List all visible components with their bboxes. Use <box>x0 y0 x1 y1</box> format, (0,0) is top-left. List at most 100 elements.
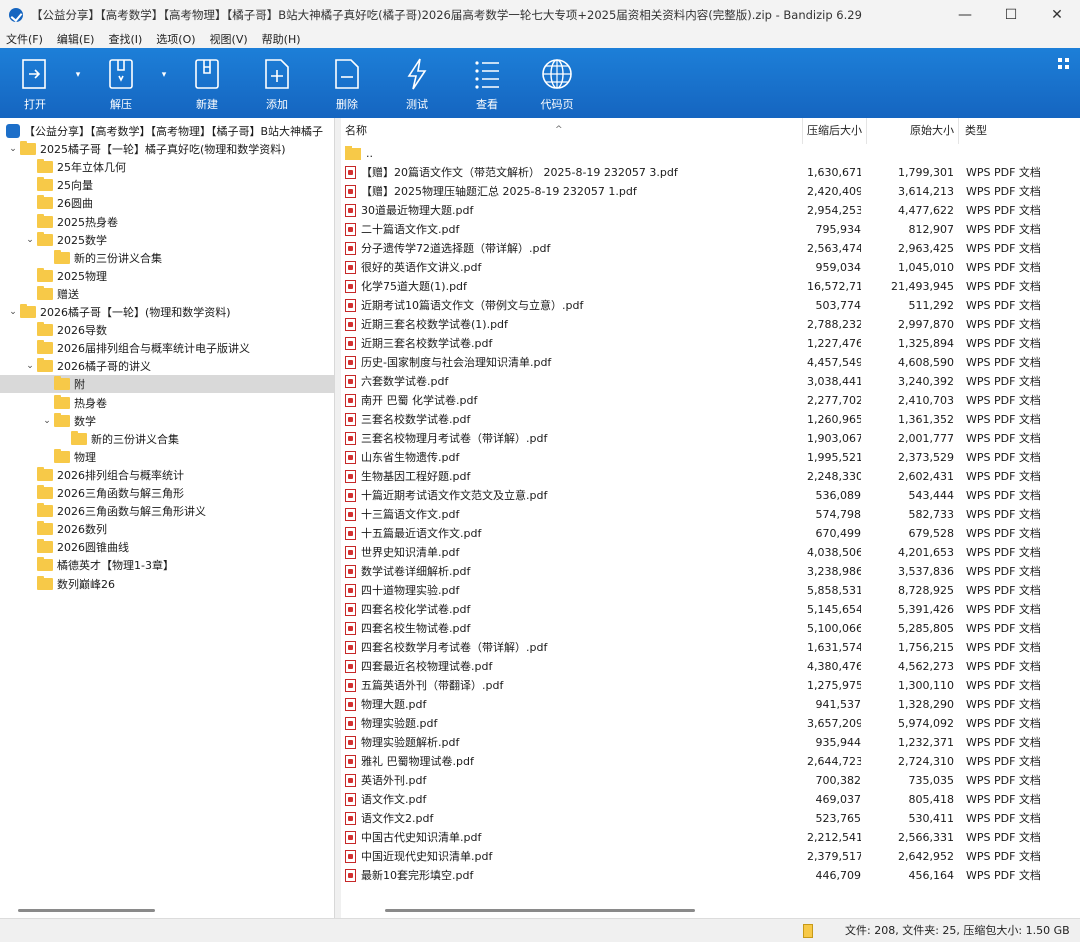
file-row[interactable]: 四套最近名校物理试卷.pdf 4,380,476 4,562,273 WPS PDF … <box>341 657 1080 676</box>
chevron-down-icon[interactable]: ⌄ <box>6 307 20 317</box>
file-row[interactable]: 四套名校化学试卷.pdf 5,145,654 5,391,426 WPS PDF 文档 <box>341 600 1080 619</box>
open-button[interactable]: 打开 <box>0 48 70 118</box>
menu-help[interactable]: 帮助(H) <box>262 31 301 47</box>
tree-item[interactable]: 附 <box>0 375 334 394</box>
file-row[interactable]: 语文作文.pdf 469,037 805,418 WPS PDF 文档 <box>341 790 1080 809</box>
file-row[interactable]: 十五篇最近语文作文.pdf 670,499 679,528 WPS PDF 文档 <box>341 524 1080 543</box>
file-row[interactable]: 中国古代史知识清单.pdf 2,212,541 2,566,331 WPS PDF 文… <box>341 828 1080 847</box>
file-row[interactable]: 三套名校数学试卷.pdf 1,260,965 1,361,352 WPS PDF 文档 <box>341 410 1080 429</box>
tree-item[interactable]: 赠送 <box>0 285 334 303</box>
tree-item[interactable]: 橘德英才【物理1-3章】 <box>0 556 334 574</box>
column-header-original[interactable]: 原始大小 <box>867 118 959 144</box>
open-dropdown-icon[interactable]: ▾ <box>70 48 86 118</box>
tree-item[interactable]: 物理 <box>0 448 334 466</box>
file-row[interactable]: 六套数学试卷.pdf 3,038,441 3,240,392 WPS PDF 文档 <box>341 372 1080 391</box>
chevron-down-icon[interactable]: ⌄ <box>23 235 37 245</box>
file-row[interactable]: 很好的英语作文讲义.pdf 959,034 1,045,010 WPS PDF 文档 <box>341 258 1080 277</box>
file-row[interactable]: 【赠】2025物理压轴题汇总 2025-8-19 232057 1.pdf 2,4… <box>341 182 1080 201</box>
file-row[interactable]: 物理实验题解析.pdf 935,944 1,232,371 WPS PDF 文档 <box>341 733 1080 752</box>
tree-item[interactable]: ⌄ 数学 <box>0 412 334 430</box>
delete-button[interactable]: 删除 <box>312 48 382 118</box>
extract-dropdown-icon[interactable]: ▾ <box>156 48 172 118</box>
tree-item[interactable]: 25向量 <box>0 176 334 194</box>
file-row[interactable]: 【赠】20篇语文作文（带范文解析） 2025-8-19 232057 3.pdf… <box>341 163 1080 182</box>
file-row[interactable]: 分子遗传学72道选择题（带详解）.pdf 2,563,474 2,963,425 WP… <box>341 239 1080 258</box>
list-horizontal-scrollbar[interactable] <box>385 909 695 912</box>
new-button[interactable]: 新建 <box>172 48 242 118</box>
file-row[interactable]: 十三篇语文作文.pdf 574,798 582,733 WPS PDF 文档 <box>341 505 1080 524</box>
extract-button[interactable]: 解压 <box>86 48 156 118</box>
tree-item[interactable]: 2026数列 <box>0 520 334 538</box>
tree-item[interactable]: 数列巅峰26 <box>0 575 334 593</box>
file-row[interactable]: 物理大题.pdf 941,537 1,328,290 WPS PDF 文档 <box>341 695 1080 714</box>
menu-view[interactable]: 视图(V) <box>210 31 248 47</box>
file-row[interactable]: 二十篇语文作文.pdf 795,934 812,907 WPS PDF 文档 <box>341 220 1080 239</box>
file-row[interactable]: 十篇近期考试语文作文范文及立意.pdf 536,089 543,444 WPS PDF… <box>341 486 1080 505</box>
tree-item[interactable]: 热身卷 <box>0 394 334 412</box>
tree-item[interactable]: ⌄ 2026橘子哥【一轮】(物理和数学资料) <box>0 303 334 321</box>
tree-item[interactable]: 2025物理 <box>0 267 334 285</box>
tree-item[interactable]: 新的三份讲义合集 <box>0 430 334 448</box>
tree-item[interactable]: 2026届排列组合与概率统计电子版讲义 <box>0 339 334 357</box>
tree-item[interactable]: ⌄ 2025橘子哥【一轮】橘子真好吃(物理和数学资料) <box>0 140 334 158</box>
tree-item[interactable]: 2026圆锥曲线 <box>0 538 334 556</box>
file-row[interactable]: 数学试卷详细解析.pdf 3,238,986 3,537,836 WPS PDF 文档 <box>341 562 1080 581</box>
file-row[interactable]: 语文作文2.pdf 523,765 530,411 WPS PDF 文档 <box>341 809 1080 828</box>
file-type: WPS PDF 文档 <box>966 356 1041 369</box>
column-header-packed[interactable]: 压缩后大小 <box>803 118 867 144</box>
file-row[interactable]: 近期考试10篇语文作文（带例文与立意）.pdf 503,774 511,292 WPS… <box>341 296 1080 315</box>
file-row[interactable]: 英语外刊.pdf 700,382 735,035 WPS PDF 文档 <box>341 771 1080 790</box>
tree-item[interactable]: 2026排列组合与概率统计 <box>0 466 334 484</box>
column-header-name[interactable]: 名称 ^ <box>341 118 803 144</box>
tree-item[interactable]: 【公益分享】【高考数学】【高考物理】【橘子哥】B站大神橘子 <box>0 122 334 140</box>
tree-item[interactable]: ⌄ 2026橘子哥的讲义 <box>0 357 334 375</box>
file-row[interactable]: 世界史知识清单.pdf 4,038,506 4,201,653 WPS PDF 文档 <box>341 543 1080 562</box>
tree-item[interactable]: 2025热身卷 <box>0 213 334 231</box>
tree-horizontal-scrollbar[interactable] <box>18 909 155 912</box>
codepage-button[interactable]: 代码页 <box>522 48 592 118</box>
test-button[interactable]: 测试 <box>382 48 452 118</box>
menu-edit[interactable]: 编辑(E) <box>57 31 95 47</box>
file-row[interactable]: 四套名校数学月考试卷（带详解）.pdf 1,631,574 1,756,215 WPS… <box>341 638 1080 657</box>
file-row[interactable]: 雅礼 巴蜀物理试卷.pdf 2,644,723 2,724,310 WPS PDF 文… <box>341 752 1080 771</box>
menu-options[interactable]: 选项(O) <box>156 31 195 47</box>
file-original-size: 4,562,273 <box>898 660 954 673</box>
tree-item[interactable]: 新的三份讲义合集 <box>0 249 334 267</box>
file-row[interactable]: 物理实验题.pdf 3,657,209 5,974,092 WPS PDF 文档 <box>341 714 1080 733</box>
file-row[interactable]: 四套名校生物试卷.pdf 5,100,066 5,285,805 WPS PDF 文档 <box>341 619 1080 638</box>
close-button[interactable]: ✕ <box>1034 0 1080 30</box>
file-row[interactable]: 历史-国家制度与社会治理知识清单.pdf 4,457,549 4,608,590 WP… <box>341 353 1080 372</box>
file-row[interactable]: 30道最近物理大题.pdf 2,954,253 4,477,622 WPS PDF 文… <box>341 201 1080 220</box>
chevron-down-icon[interactable]: ⌄ <box>23 361 37 371</box>
layout-grid-icon[interactable] <box>1058 58 1070 70</box>
tree-item[interactable]: 2026三角函数与解三角形讲义 <box>0 502 334 520</box>
tree-item[interactable]: 2026三角函数与解三角形 <box>0 484 334 502</box>
chevron-down-icon[interactable]: ⌄ <box>40 416 54 426</box>
add-button[interactable]: 添加 <box>242 48 312 118</box>
file-row[interactable]: 山东省生物遗传.pdf 1,995,521 2,373,529 WPS PDF 文档 <box>341 448 1080 467</box>
tree-item[interactable]: 26圆曲 <box>0 194 334 212</box>
file-row[interactable]: 生物基因工程好题.pdf 2,248,330 2,602,431 WPS PDF 文档 <box>341 467 1080 486</box>
minimize-button[interactable]: — <box>942 0 988 30</box>
file-row[interactable]: 近期三套名校数学试卷.pdf 1,227,476 1,325,894 WPS PDF … <box>341 334 1080 353</box>
view-button[interactable]: 查看 <box>452 48 522 118</box>
file-list[interactable]: 名称 ^ 压缩后大小 原始大小 类型 .. 【赠】20篇语文作文（带范文解析） 2… <box>341 118 1080 918</box>
chevron-down-icon[interactable]: ⌄ <box>6 144 20 154</box>
file-row[interactable]: 三套名校物理月考试卷（带详解）.pdf 1,903,067 2,001,777 WPS… <box>341 429 1080 448</box>
menu-file[interactable]: 文件(F) <box>6 31 43 47</box>
tree-item[interactable]: 2026导数 <box>0 321 334 339</box>
tree-item[interactable]: ⌄ 2025数学 <box>0 231 334 249</box>
maximize-button[interactable]: ☐ <box>988 0 1034 30</box>
file-row[interactable]: 南开 巴蜀 化学试卷.pdf 2,277,702 2,410,703 WPS PDF … <box>341 391 1080 410</box>
file-row[interactable]: 近期三套名校数学试卷(1).pdf 2,788,232 2,997,870 WPS P… <box>341 315 1080 334</box>
file-row[interactable]: 五篇英语外刊（带翻译）.pdf 1,275,975 1,300,110 WPS PDF… <box>341 676 1080 695</box>
menu-find[interactable]: 查找(I) <box>108 31 142 47</box>
file-row[interactable]: 最新10套完形填空.pdf 446,709 456,164 WPS PDF 文档 <box>341 866 1080 885</box>
file-row[interactable]: 中国近现代史知识清单.pdf 2,379,517 2,642,952 WPS PDF … <box>341 847 1080 866</box>
file-row[interactable]: 四十道物理实验.pdf 5,858,531 8,728,925 WPS PDF 文档 <box>341 581 1080 600</box>
tree-item[interactable]: 25年立体几何 <box>0 158 334 176</box>
folder-tree[interactable]: 【公益分享】【高考数学】【高考物理】【橘子哥】B站大神橘子 ⌄ 2025橘子哥【一轮… <box>0 118 335 918</box>
column-header-type[interactable]: 类型 <box>959 118 1080 144</box>
file-row[interactable]: 化学75道大题(1).pdf 16,572,713 21,493,945 WPS PD… <box>341 277 1080 296</box>
parent-folder-row[interactable]: .. <box>341 144 1080 163</box>
